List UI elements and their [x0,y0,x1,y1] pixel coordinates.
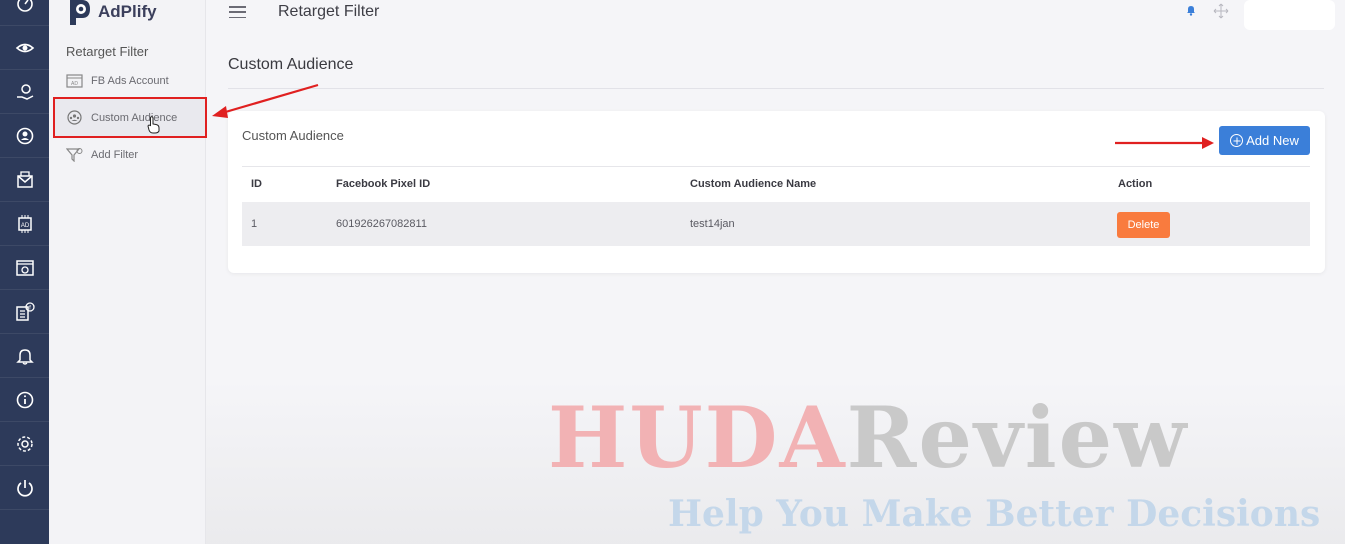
cell-pixel-id: 601926267082811 [336,218,427,230]
table-divider [242,166,1310,167]
facebook-grid-icon[interactable]: f [0,290,49,334]
watermark-brand-a: HUDA [548,388,847,487]
add-new-button[interactable]: Add New [1219,126,1310,155]
filter-icon [66,147,83,162]
plus-circle-icon [1230,134,1244,147]
user-menu[interactable] [1244,0,1335,30]
notification-bell-icon[interactable] [1185,4,1197,16]
svg-text:AD: AD [20,223,29,229]
brand[interactable]: AdPlify [66,0,157,26]
ad-chip-icon[interactable]: AD [0,202,49,246]
menu-line [229,16,246,18]
column-header-pixel-id: Facebook Pixel ID [336,178,431,190]
divider [228,88,1324,89]
sidebar-item-add-filter[interactable]: Add Filter [66,147,138,162]
mail-icon[interactable] [0,158,49,202]
hand-cursor-icon [147,116,160,134]
bell-icon[interactable] [0,334,49,378]
menu-toggle-button[interactable] [229,6,246,18]
sidebar-item-label: Add Filter [91,148,139,161]
header-title: Retarget Filter [278,3,380,20]
menu-line [229,11,246,13]
watermark-tagline: Help You Make Better Decisions [668,493,1321,535]
sidebar-heading: Retarget Filter [66,44,149,59]
dashboard-icon[interactable] [0,0,49,26]
column-header-action: Action [1118,178,1153,190]
svg-text:AD: AD [71,81,78,87]
browser-target-icon[interactable] [0,246,49,290]
ads-account-icon: AD [66,73,83,88]
card-title: Custom Audience [242,128,344,143]
user-pin-icon[interactable] [0,114,49,158]
watermark-brand-b: Review [846,388,1189,487]
watermark-logo: HUDAReview [548,396,1188,480]
page-title: Custom Audience [228,56,354,73]
column-header-id: ID [251,178,262,190]
sidebar-item-fb-ads-account[interactable]: AD FB Ads Account [66,73,169,88]
audience-icon [66,110,83,125]
delete-button[interactable]: Delete [1117,212,1170,238]
fullscreen-move-icon[interactable] [1213,3,1229,19]
adplify-logo-icon [70,0,90,25]
column-header-audience-name: Custom Audience Name [690,178,817,190]
sidebar-item-label: Custom Audience [91,111,178,124]
menu-line [229,6,246,8]
power-icon[interactable] [0,466,49,510]
custom-audience-card [228,111,1325,273]
info-icon[interactable] [0,378,49,422]
settings-icon[interactable] [0,422,49,466]
icon-rail: AD f [0,0,49,544]
eye-icon[interactable] [0,26,49,70]
sidebar-item-label: FB Ads Account [91,74,169,87]
brand-name: AdPlify [98,2,157,21]
cell-audience-name: test14jan [690,218,735,230]
cell-id: 1 [251,218,258,230]
add-new-label: Add New [1246,133,1299,148]
hand-dollar-icon[interactable] [0,70,49,114]
